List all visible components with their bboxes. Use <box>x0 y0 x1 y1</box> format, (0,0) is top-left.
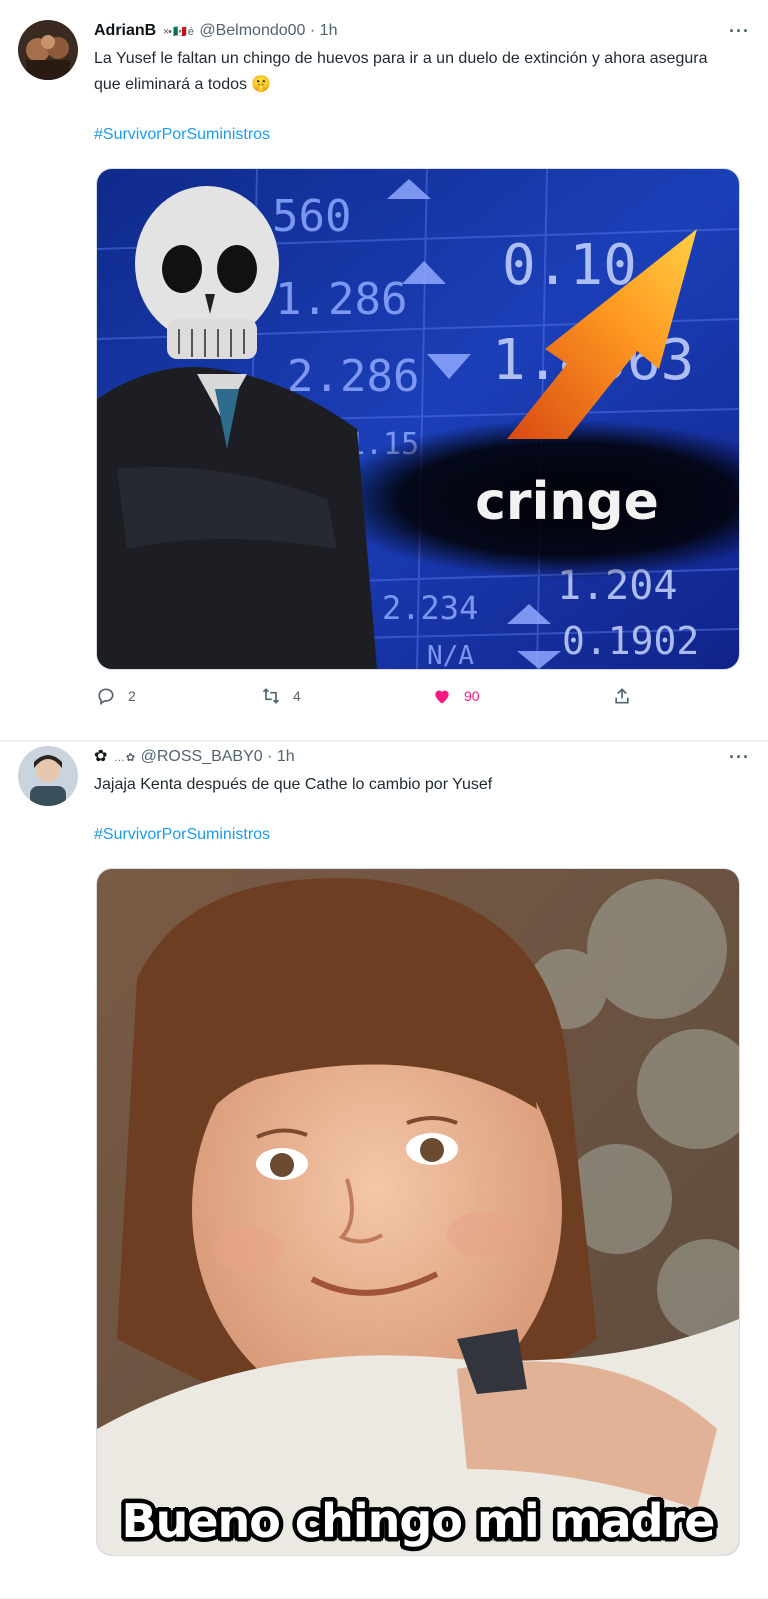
user-handle[interactable]: @ROSS_BABY0 <box>141 748 263 765</box>
share-icon <box>615 688 629 704</box>
ticker-number: 1.286 <box>275 274 407 325</box>
tweet-1[interactable]: AdrianB ×• 🇲🇽 é @Belmondo00 · 1h ··· La … <box>0 0 768 741</box>
reply-icon <box>98 688 114 706</box>
name-badges: ×• 🇲🇽 é <box>162 26 194 38</box>
more-icon[interactable]: ··· <box>729 748 750 766</box>
like-button[interactable]: 90 <box>432 686 480 706</box>
tweet-text: La Yusef le faltan un chingo de huevos p… <box>94 50 708 93</box>
retweet-icon <box>262 688 280 704</box>
tweet-text: Jajaja Kenta después de que Cathe lo cam… <box>94 776 493 793</box>
retweet-count: 4 <box>293 688 301 704</box>
timestamp[interactable]: 1h <box>320 22 338 39</box>
timestamp[interactable]: 1h <box>277 748 295 765</box>
tweet-header: AdrianB ×• 🇲🇽 é @Belmondo00 · 1h <box>94 20 748 43</box>
tweet-2[interactable]: ✿ … ✿ @ROSS_BABY0 · 1h ··· Jajaja Kenta … <box>0 742 768 1599</box>
ticker-number: N/A <box>427 641 474 669</box>
ticker-number: 2.286 <box>287 351 419 402</box>
tweet-image[interactable]: Bueno chingo mi madre <box>96 868 740 1556</box>
stonks-meme-image: 560 1.286 2.286 0.10 1.4563 1.204 0.1902… <box>97 169 739 669</box>
hashtag-link[interactable]: #SurvivorPorSuministros <box>94 124 270 146</box>
reply-button[interactable]: 2 <box>96 686 136 706</box>
separator: · <box>309 22 316 39</box>
like-count: 90 <box>464 688 480 704</box>
like-icon <box>435 690 449 704</box>
girl-meme-image: Bueno chingo mi madre <box>97 869 739 1555</box>
avatar[interactable] <box>18 20 78 80</box>
hashtag-link[interactable]: #SurvivorPorSuministros <box>94 824 270 846</box>
tweet-actions: 2 4 90 <box>96 686 656 712</box>
more-icon[interactable]: ··· <box>729 22 750 40</box>
meme-caption: Bueno chingo mi madre <box>122 1494 715 1548</box>
ticker-number: 0.10 <box>502 233 637 298</box>
separator: · <box>267 748 273 765</box>
ticker-number: 2.234 <box>382 589 478 627</box>
meme-caption: cringe <box>475 472 659 532</box>
avatar[interactable] <box>18 746 78 806</box>
ticker-number: 0.1902 <box>562 619 699 663</box>
display-name[interactable]: ✿ <box>94 748 107 765</box>
tweet-header: ✿ … ✿ @ROSS_BABY0 · 1h <box>94 746 748 769</box>
tweet-image[interactable]: 560 1.286 2.286 0.10 1.4563 1.204 0.1902… <box>96 168 740 670</box>
name-badges: … ✿ <box>113 752 135 764</box>
reply-count: 2 <box>128 688 136 704</box>
user-handle[interactable]: @Belmondo00 <box>199 22 305 39</box>
ticker-number: 560 <box>272 191 351 242</box>
retweet-button[interactable]: 4 <box>261 686 301 706</box>
share-button[interactable] <box>612 686 644 706</box>
display-name[interactable]: AdrianB <box>94 22 156 39</box>
